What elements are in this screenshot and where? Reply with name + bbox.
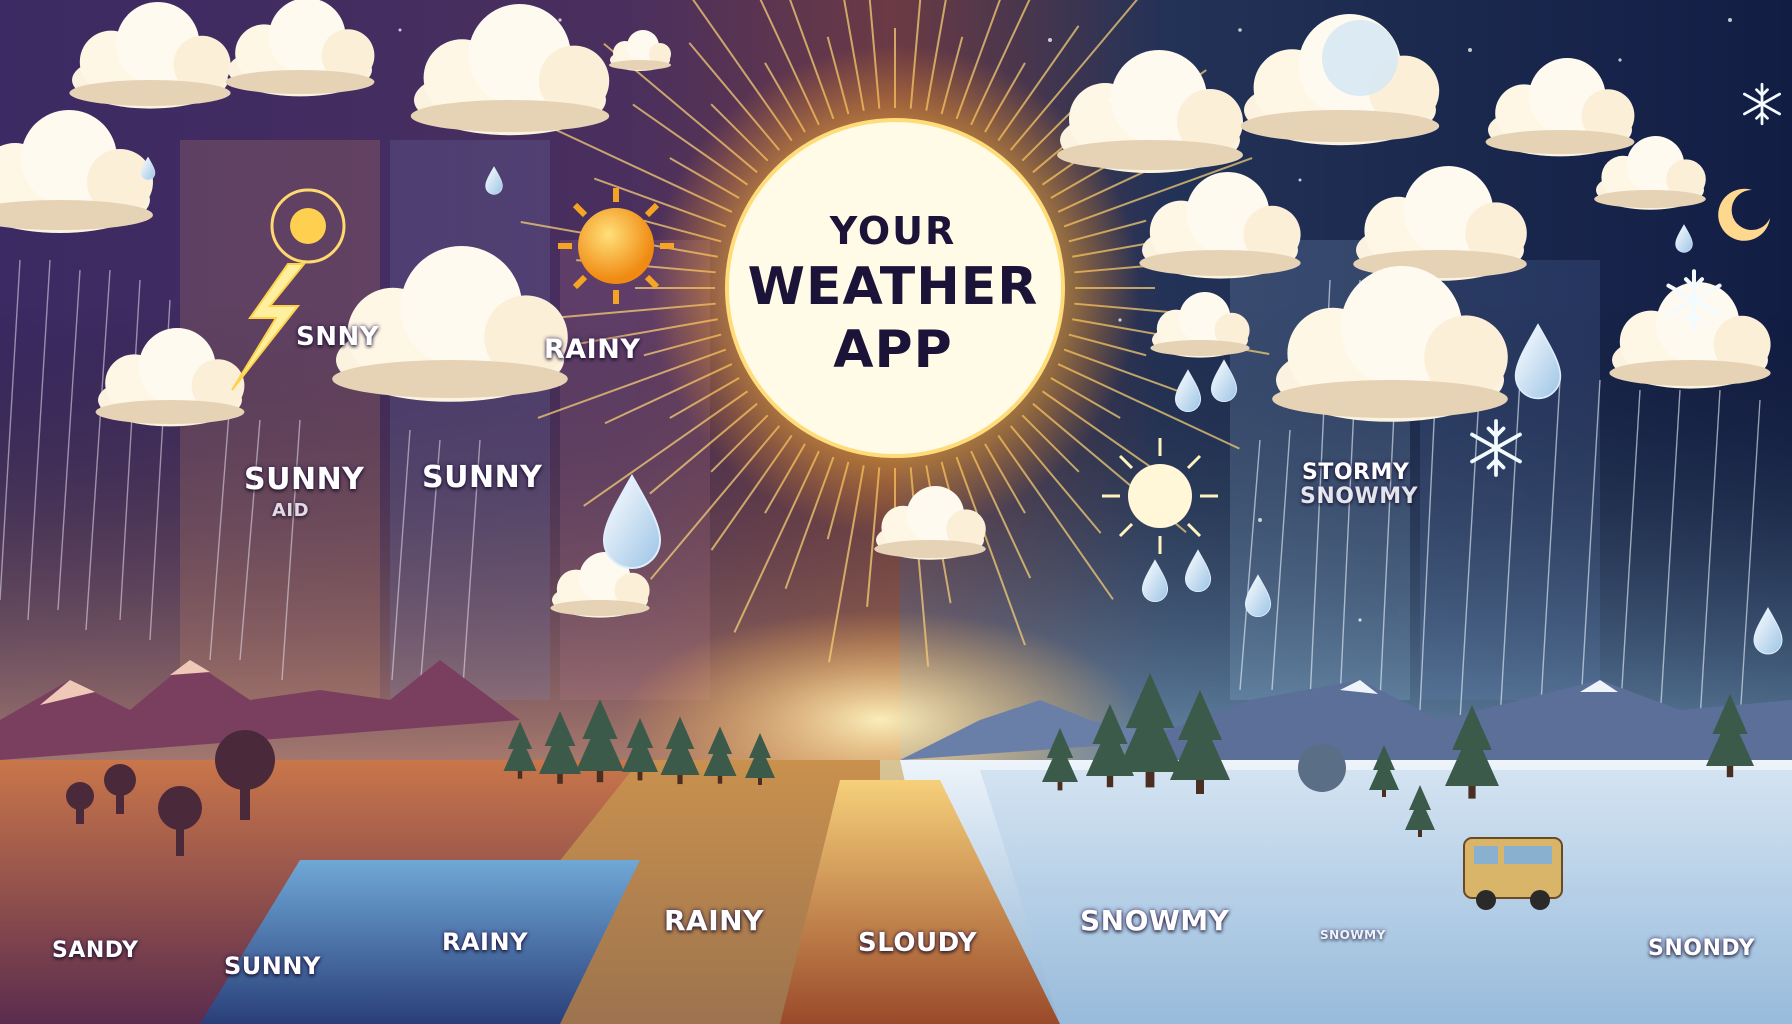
label-cloudy-bottom: SLOUDY — [858, 928, 978, 958]
label-sunny-mid-left: SUNNY — [244, 462, 365, 497]
label-rainy-bottom: RAINY — [664, 904, 764, 937]
title-line-your: YOUR — [829, 209, 957, 253]
label-sunny-mid-left-sub: AID — [272, 500, 310, 521]
label-snowmy-small: SNOWMY — [1320, 928, 1386, 942]
app-title: YOUR WEATHER APP — [728, 208, 1058, 380]
snow-field — [980, 770, 1792, 1024]
label-sunny-mid: SUNNY — [422, 460, 543, 495]
label-sunny-bottom: SUNNY — [224, 952, 321, 980]
tree-icon — [1298, 744, 1346, 792]
label-sandy: SANDY — [52, 938, 139, 963]
label-stormy: STORMY — [1302, 460, 1410, 485]
title-line-app: APP — [833, 320, 953, 380]
moon-icon — [1322, 20, 1398, 96]
weather-app-poster: YOUR WEATHER APP SNNY RAINY SUNNY AID SU… — [0, 0, 1792, 1024]
label-snowmy-top: SNOWMY — [1300, 484, 1419, 509]
weather-scene — [0, 0, 1792, 1024]
label-sunny-top-left: SNNY — [296, 322, 380, 352]
label-snowmy-bottom: SNOWMY — [1080, 904, 1230, 937]
label-rainy-top: RAINY — [544, 334, 641, 365]
title-line-weather: WEATHER — [747, 257, 1039, 317]
label-rainy-bottom-left: RAINY — [442, 928, 528, 956]
label-windy-bottom: SNONDY — [1648, 936, 1755, 961]
